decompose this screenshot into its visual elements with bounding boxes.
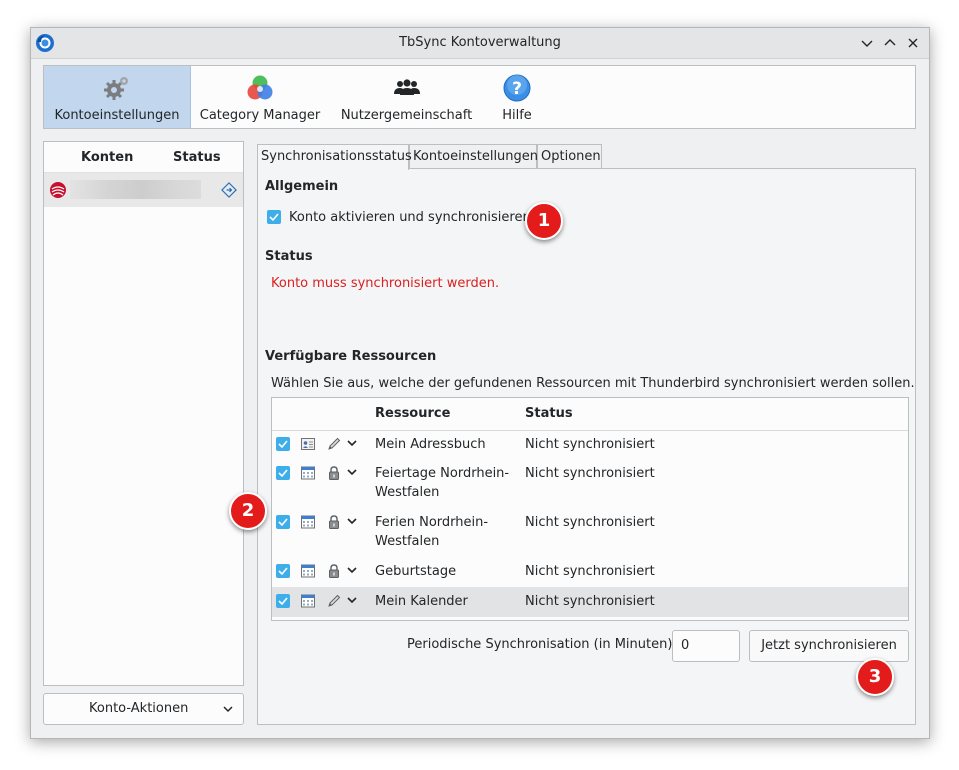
resource-name-line1: Mein Adressbuch xyxy=(375,437,486,452)
chevron-down-icon[interactable] xyxy=(344,435,360,451)
chevron-down-icon[interactable] xyxy=(344,592,360,608)
sync-now-label: Jetzt synchronisieren xyxy=(761,638,897,653)
pencil-icon[interactable] xyxy=(326,436,342,452)
tab-optionen[interactable]: Optionen xyxy=(537,144,602,169)
resource-status: Nicht synchronisiert xyxy=(525,515,655,530)
toolbar-label: Hilfe xyxy=(502,108,532,123)
toolbar-category-manager[interactable]: Category Manager xyxy=(196,66,324,128)
resources-table: Ressource Status Mein Adressbuch Nicht sy… xyxy=(271,397,909,621)
close-button[interactable] xyxy=(905,35,921,51)
column-ressource[interactable]: Ressource xyxy=(375,406,450,421)
chevron-down-icon xyxy=(222,703,234,715)
table-row[interactable]: Ferien Nordrhein- Westfalen Nicht synchron… xyxy=(272,508,908,558)
resource-name: Mein Adressbuch xyxy=(375,435,486,454)
table-row[interactable]: Mein Kalender Nicht synchronisiert xyxy=(272,587,908,617)
tab-kontoeinstellungen[interactable]: Kontoeinstellungen xyxy=(409,144,539,169)
resource-name-line1: Feiertage Nordrhein- xyxy=(375,466,510,481)
window-title: TbSync Kontoverwaltung xyxy=(399,35,561,50)
resource-checkbox[interactable] xyxy=(276,437,290,451)
toolbar-label: Kontoeinstellungen xyxy=(54,108,180,123)
toolbar-label: Category Manager xyxy=(199,108,321,123)
minimize-button[interactable] xyxy=(859,35,875,51)
konto-aktionen-label: Konto-Aktionen xyxy=(89,701,189,716)
lock-icon[interactable] xyxy=(326,465,342,481)
resource-status: Nicht synchronisiert xyxy=(525,564,655,579)
title-bar: TbSync Kontoverwaltung xyxy=(31,28,929,59)
toolbar-nutzergemeinschaft[interactable]: Nutzergemeinschaft xyxy=(334,66,479,128)
column-konten[interactable]: Konten xyxy=(81,150,133,165)
lock-icon[interactable] xyxy=(326,563,342,579)
tab-label: Kontoeinstellungen xyxy=(413,149,539,164)
calendar-icon xyxy=(300,514,316,530)
calendar-icon xyxy=(300,563,316,579)
resource-name-line2: Westfalen xyxy=(375,485,440,500)
konto-aktionen-button[interactable]: Konto-Aktionen xyxy=(43,693,244,725)
main-toolbar: Kontoeinstellungen Category Manager Nutz… xyxy=(43,65,916,129)
annotation-badge-1: 1 xyxy=(525,202,563,240)
toolbar-label: Nutzergemeinschaft xyxy=(340,108,473,123)
addressbook-icon xyxy=(300,436,316,452)
general-heading: Allgemein xyxy=(265,179,339,194)
account-row[interactable] xyxy=(44,173,243,207)
annotation-badge-2: 2 xyxy=(229,492,267,530)
periodic-sync-input[interactable]: 0 xyxy=(672,630,740,662)
sync-status-icon xyxy=(221,182,237,198)
table-row[interactable]: Feiertage Nordrhein- Westfalen Nicht synch… xyxy=(272,459,908,509)
chevron-down-icon[interactable] xyxy=(344,562,360,578)
community-icon xyxy=(392,73,422,103)
status-heading: Status xyxy=(265,249,313,264)
tab-synchronisationsstatus[interactable]: Synchronisationsstatus xyxy=(257,144,412,170)
maximize-button[interactable] xyxy=(882,35,898,51)
accounts-list-header: Konten Status xyxy=(44,142,243,173)
resource-status: Nicht synchronisiert xyxy=(525,594,655,609)
resource-checkbox[interactable] xyxy=(276,564,290,578)
account-name-redacted xyxy=(70,180,201,199)
resource-name: Geburtstage xyxy=(375,562,456,581)
table-row[interactable]: Geburtstage Nicht synchronisiert xyxy=(272,557,908,587)
enable-account-checkbox[interactable] xyxy=(267,210,281,224)
category-manager-icon xyxy=(245,73,275,103)
resources-table-header: Ressource Status xyxy=(272,398,908,431)
column-status[interactable]: Status xyxy=(173,150,221,165)
sync-status-panel: Allgemein Konto aktivieren und synchroni… xyxy=(257,168,916,725)
calendar-icon xyxy=(300,465,316,481)
status-message: Konto muss synchronisiert werden. xyxy=(271,276,500,291)
tbsync-window: TbSync Kontoverwaltung Kontoeinstellunge… xyxy=(30,27,930,739)
gears-icon xyxy=(102,73,132,103)
resources-heading: Verfügbare Ressourcen xyxy=(265,349,437,364)
tab-label: Synchronisationsstatus xyxy=(261,149,412,164)
toolbar-hilfe[interactable]: ? Hilfe xyxy=(484,66,550,128)
chevron-down-icon[interactable] xyxy=(344,513,360,529)
annotation-badge-3: 3 xyxy=(856,658,894,696)
toolbar-kontoeinstellungen[interactable]: Kontoeinstellungen xyxy=(44,66,191,128)
provider-logo-icon xyxy=(49,181,67,199)
resource-name-line2: Westfalen xyxy=(375,534,440,549)
sync-now-button[interactable]: Jetzt synchronisieren xyxy=(749,630,909,662)
resource-name: Feiertage Nordrhein- Westfalen xyxy=(375,464,509,502)
resource-checkbox[interactable] xyxy=(276,515,290,529)
resources-description: Wählen Sie aus, welche der gefundenen Re… xyxy=(271,376,915,391)
resource-checkbox[interactable] xyxy=(276,594,290,608)
resource-status: Nicht synchronisiert xyxy=(525,437,655,452)
table-row[interactable]: Mein Adressbuch Nicht synchronisiert xyxy=(272,430,908,460)
calendar-icon xyxy=(300,593,316,609)
resource-name: Mein Kalender xyxy=(375,592,468,611)
lock-icon[interactable] xyxy=(326,514,342,530)
periodic-sync-value: 0 xyxy=(681,638,690,653)
column-status[interactable]: Status xyxy=(525,406,573,421)
resource-name: Ferien Nordrhein- Westfalen xyxy=(375,513,488,551)
resource-name-line1: Ferien Nordrhein- xyxy=(375,515,489,530)
svg-text:?: ? xyxy=(512,79,522,99)
resource-status: Nicht synchronisiert xyxy=(525,466,655,481)
chevron-down-icon[interactable] xyxy=(344,464,360,480)
resource-checkbox[interactable] xyxy=(276,466,290,480)
resource-name-line1: Mein Kalender xyxy=(375,594,468,609)
enable-account-label: Konto aktivieren und synchronisieren xyxy=(289,210,531,225)
pencil-icon[interactable] xyxy=(326,593,342,609)
accounts-list: Konten Status xyxy=(43,141,244,686)
tab-label: Optionen xyxy=(541,149,601,164)
resource-name-line1: Geburtstage xyxy=(375,564,457,579)
periodic-sync-label: Periodische Synchronisation (in Minuten) xyxy=(407,637,673,652)
help-icon: ? xyxy=(502,73,532,103)
